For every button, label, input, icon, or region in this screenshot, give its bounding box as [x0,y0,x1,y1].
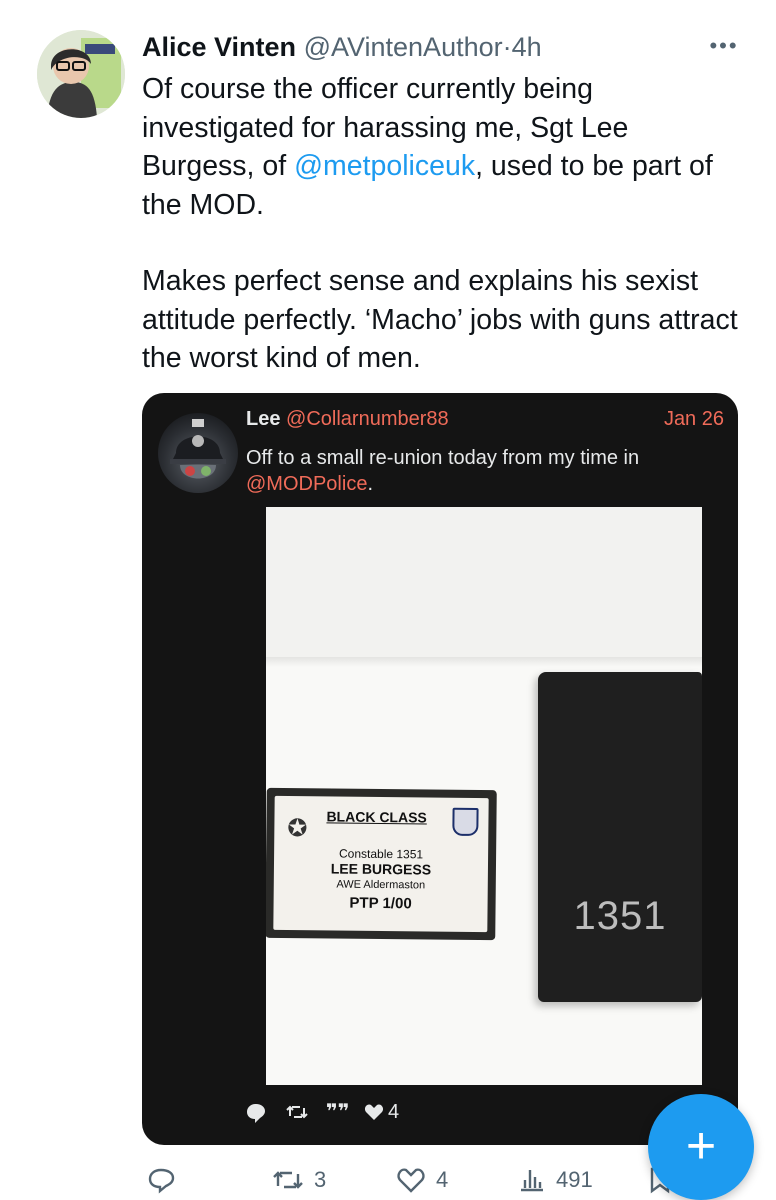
retweet-icon[interactable] [286,1098,308,1126]
card-location: AWE Aldermaston [336,878,426,892]
reply-icon[interactable] [246,1098,266,1126]
reply-button[interactable] [148,1160,176,1200]
author-handle[interactable]: @AVintenAuthor [304,32,503,62]
card-ptp: PTP 1/00 [349,894,412,913]
heart-icon [397,1168,425,1193]
epaulette: 1351 [538,672,702,1002]
crest-icon [452,807,479,837]
quoted-actions: ❞❞ 4 [246,1098,446,1126]
quoted-author-handle[interactable]: @Collarnumber88 [286,408,449,430]
quoted-tweet[interactable]: Lee @Collarnumber88 Jan 26 Off to a smal… [142,393,738,1145]
quoted-mention-link[interactable]: @MODPolice [246,473,367,495]
mention-link[interactable]: @metpoliceuk [294,150,475,182]
heart-icon[interactable] [364,1098,384,1126]
quoted-header: Lee @Collarnumber88 Jan 26 [246,406,724,432]
more-icon[interactable]: ••• [706,30,742,62]
tweet-header: Alice Vinten @AVintenAuthor·4h [142,30,702,64]
tweet-text: Of course the officer currently being in… [142,70,742,378]
epaulette-number: 1351 [573,894,667,938]
reply-icon [148,1168,175,1194]
card-name: LEE BURGESS [330,860,432,878]
police-helmet-icon [170,419,226,479]
retweet-button[interactable]: 3 [272,1160,326,1200]
views-icon [521,1170,543,1192]
plus-icon: + [685,1117,717,1175]
avatar-image [37,30,125,118]
views-count: 491 [556,1167,593,1192]
quote-icon[interactable]: ❞❞ [326,1098,349,1126]
compose-button[interactable]: + [648,1094,754,1200]
quoted-author-name[interactable]: Lee [246,408,280,430]
retweet-icon [273,1171,303,1189]
retweet-count: 3 [314,1167,327,1192]
quoted-author-avatar[interactable] [158,413,238,493]
police-badge-icon: ✪ [287,815,308,843]
author-name[interactable]: Alice Vinten [142,32,296,62]
quoted-text-part: Off to a small re-union today from my ti… [246,447,640,469]
author-avatar[interactable] [37,30,125,118]
quoted-text-end: . [367,473,373,495]
id-card: ✪ BLACK CLASS Constable 1351 LEE BURGESS… [266,787,497,941]
quoted-text: Off to a small re-union today from my ti… [246,445,726,497]
id-card-face: ✪ BLACK CLASS Constable 1351 LEE BURGESS… [273,795,489,933]
views-button[interactable]: 491 [518,1160,593,1200]
tweet-paragraph-2: Makes perfect sense and explains his sex… [142,265,738,374]
quoted-photo[interactable]: ✪ BLACK CLASS Constable 1351 LEE BURGESS… [266,507,702,1085]
separator-dot: · [502,32,512,62]
quoted-like-count: 4 [388,1101,400,1123]
tweet-paragraph-1: Of course the officer currently being in… [142,70,742,224]
like-count: 4 [436,1167,449,1192]
tweet-actions: 3 4 491 [142,1160,702,1200]
tweet-time[interactable]: 4h [512,32,542,62]
photo-shadow [266,657,702,667]
quoted-date[interactable]: Jan 26 [664,406,724,432]
card-class: BLACK CLASS [326,808,427,826]
like-button[interactable]: 4 [396,1160,448,1200]
